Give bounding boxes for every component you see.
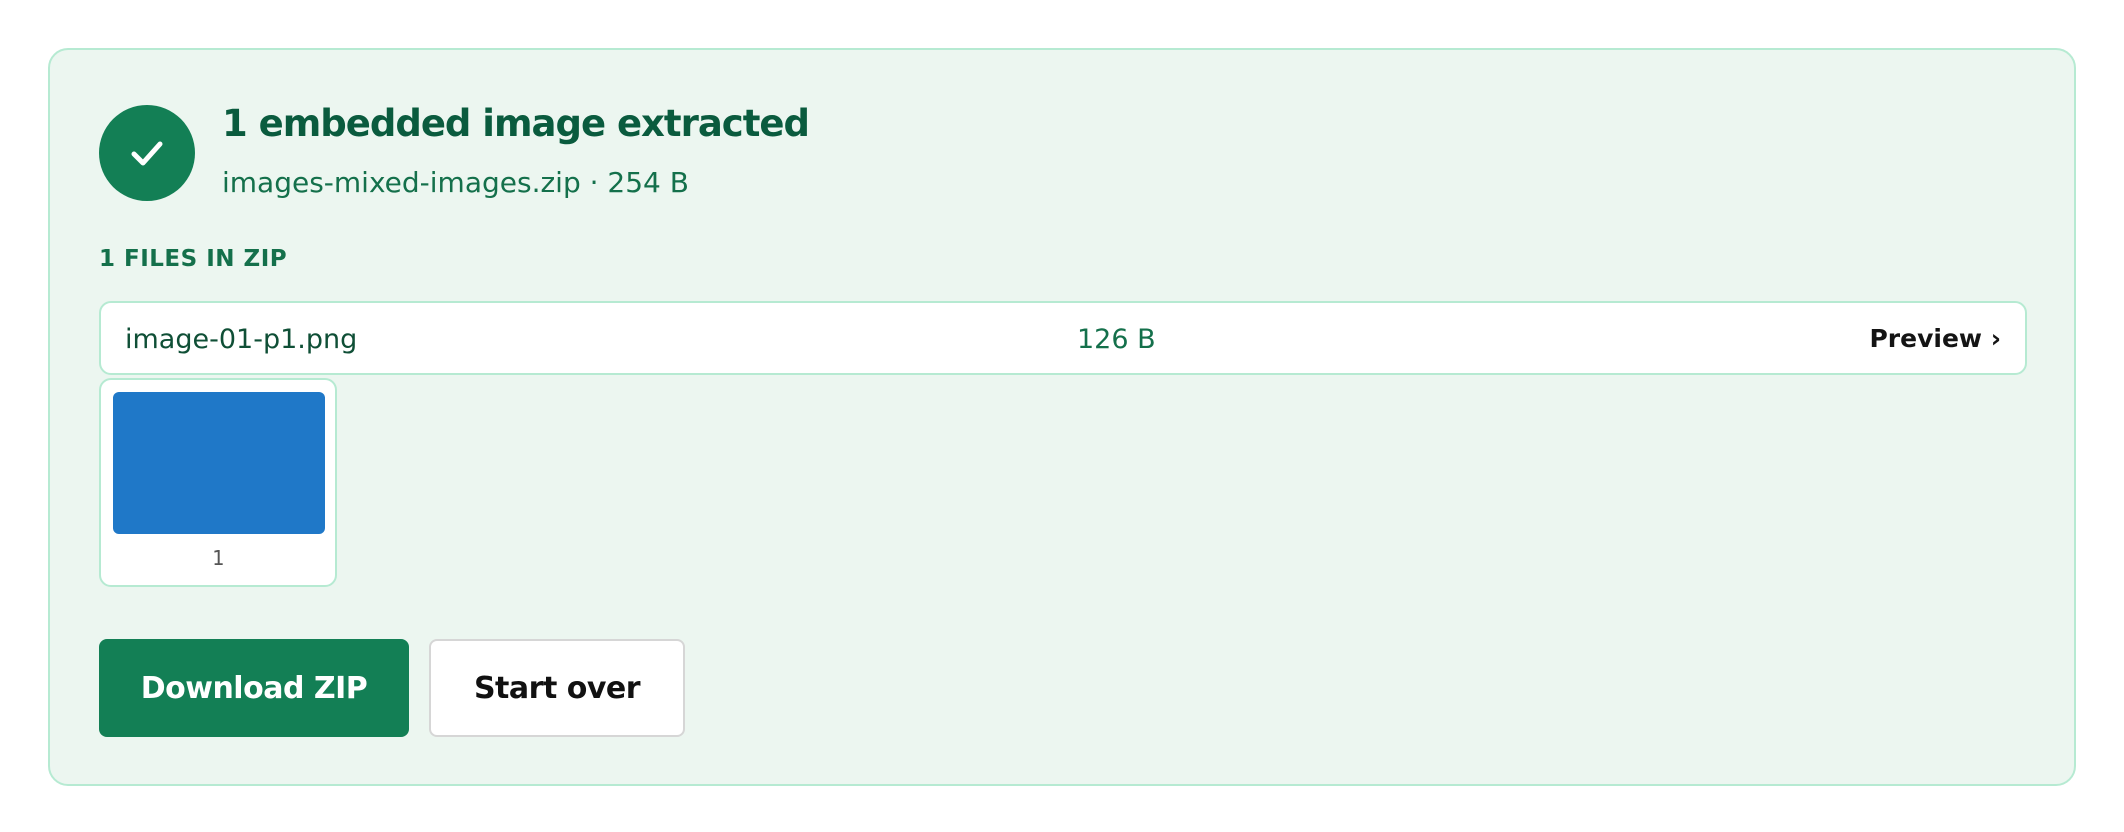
download-zip-button[interactable]: Download ZIP: [99, 639, 409, 737]
file-row: image-01-p1.png 126 B Preview ›: [99, 301, 2027, 375]
image-thumbnail-card[interactable]: 1: [99, 378, 337, 587]
file-name: image-01-p1.png: [125, 324, 358, 355]
result-title: 1 embedded image extracted: [222, 102, 810, 145]
start-over-button[interactable]: Start over: [429, 639, 685, 737]
zip-summary: images-mixed-images.zip · 254 B: [222, 166, 689, 199]
files-section-label: 1 FILES IN ZIP: [99, 246, 288, 272]
file-size: 126 B: [1077, 324, 1156, 355]
success-badge: [99, 105, 195, 201]
image-thumbnail: [113, 392, 325, 534]
check-icon: [131, 141, 163, 166]
result-panel: 1 embedded image extracted images-mixed-…: [48, 48, 2076, 786]
preview-link[interactable]: Preview ›: [1869, 324, 2001, 353]
thumbnail-page-label: 1: [211, 546, 225, 570]
